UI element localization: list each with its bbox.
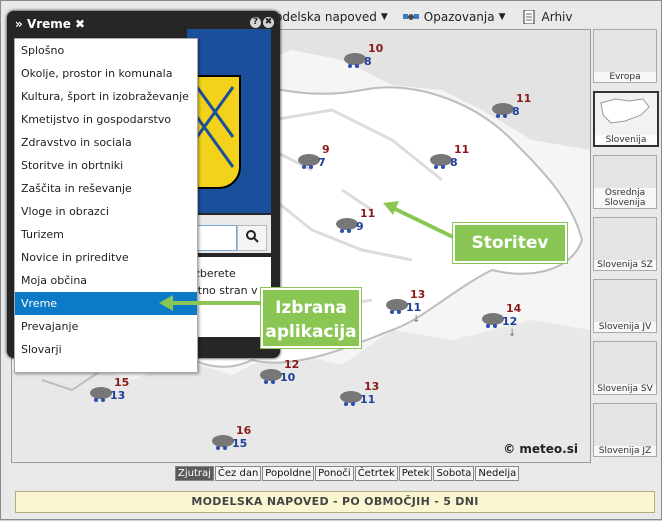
callout-storitev-text: Storitev xyxy=(471,233,549,253)
callout-izbrana-aplikacija: Izbrana aplikacija xyxy=(261,288,361,348)
callout-izbrana-line2: aplikacija xyxy=(265,322,357,342)
app-frame: odelska napoved ▼ Opazovanja ▼ Arhiv 10 … xyxy=(0,0,662,520)
callout-izbrana-line1: Izbrana xyxy=(275,298,347,318)
callout-storitev: Storitev xyxy=(453,223,567,263)
